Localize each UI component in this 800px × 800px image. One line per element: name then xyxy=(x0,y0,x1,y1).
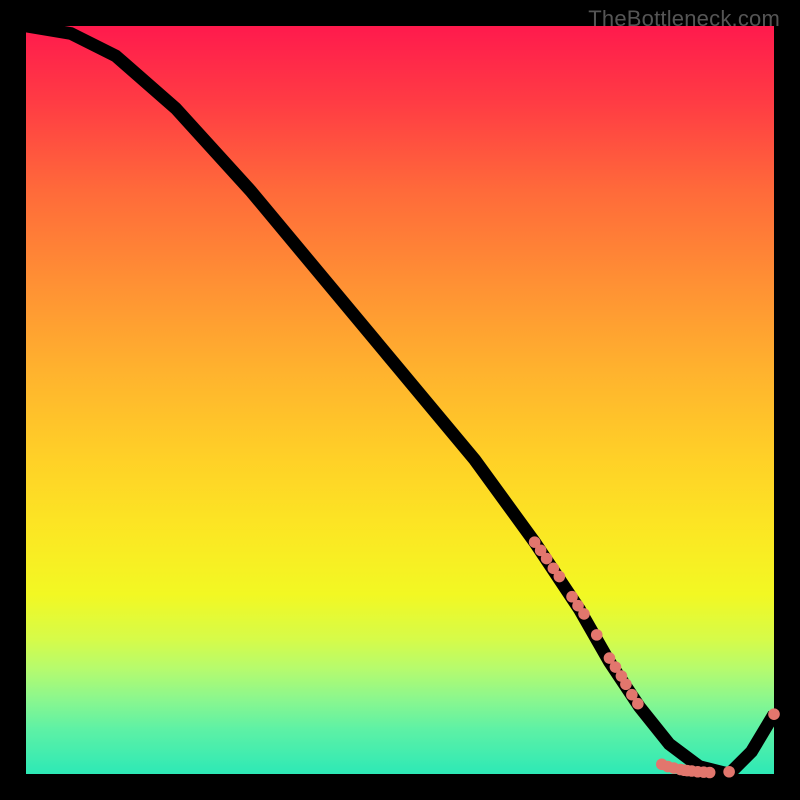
curve-marker xyxy=(704,767,716,779)
curve-marker xyxy=(723,766,735,778)
curve-markers xyxy=(529,536,780,778)
curve-marker xyxy=(632,698,644,710)
curve-marker xyxy=(591,629,603,641)
curve-marker xyxy=(541,553,553,565)
bottleneck-curve-line xyxy=(26,26,774,774)
curve-marker xyxy=(620,678,632,690)
curve-marker xyxy=(554,571,566,583)
chart-svg-overlay xyxy=(26,26,774,774)
curve-marker xyxy=(578,608,590,620)
chart-outer-frame: TheBottleneck.com xyxy=(0,0,800,800)
curve-marker xyxy=(768,708,780,720)
